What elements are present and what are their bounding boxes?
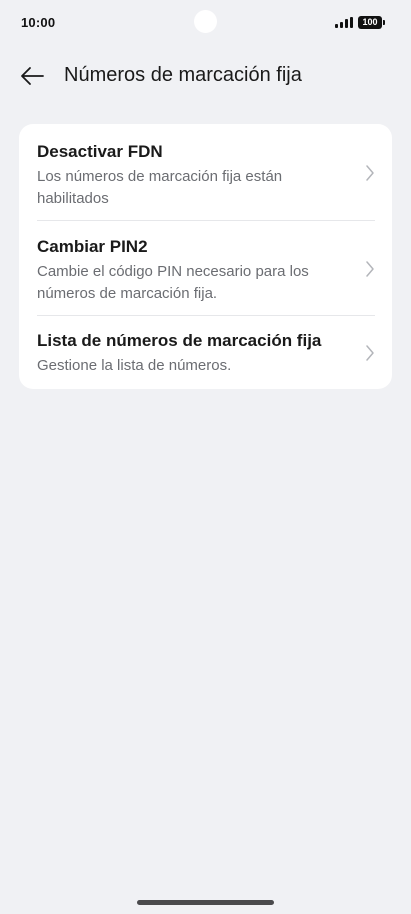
settings-item-disable-fdn[interactable]: Desactivar FDN Los números de marcación … xyxy=(19,124,392,221)
status-icons: 100 xyxy=(335,16,385,29)
item-subtitle: Gestione la lista de números. xyxy=(37,357,232,374)
item-title: Cambiar PIN2 xyxy=(37,237,148,256)
item-title: Lista de números de marcación fija xyxy=(37,331,322,350)
gesture-nav-handle[interactable] xyxy=(137,900,274,905)
chevron-right-icon xyxy=(364,344,376,362)
back-arrow-icon xyxy=(21,67,44,85)
status-time: 10:00 xyxy=(21,15,56,30)
item-title: Desactivar FDN xyxy=(37,142,163,161)
chevron-right-icon xyxy=(364,260,376,278)
settings-item-change-pin2[interactable]: Cambiar PIN2 Cambie el código PIN necesa… xyxy=(19,221,392,316)
camera-cutout xyxy=(194,10,217,33)
item-subtitle: Cambie el código PIN necesario para los … xyxy=(37,263,309,302)
screen: 10:00 100 Números de marcación fija Desa… xyxy=(0,0,411,914)
status-bar: 10:00 100 xyxy=(0,0,411,46)
chevron-right-icon xyxy=(364,164,376,182)
app-header: Números de marcación fija xyxy=(0,58,411,94)
settings-item-fdn-list[interactable]: Lista de números de marcación fija Gesti… xyxy=(19,316,392,389)
item-subtitle: Los números de marcación fija están habi… xyxy=(37,168,283,207)
page-title: Números de marcación fija xyxy=(64,64,302,86)
settings-card: Desactivar FDN Los números de marcación … xyxy=(19,124,392,389)
battery-icon: 100 xyxy=(358,16,385,29)
back-button[interactable] xyxy=(14,60,50,92)
signal-icon xyxy=(335,17,353,28)
